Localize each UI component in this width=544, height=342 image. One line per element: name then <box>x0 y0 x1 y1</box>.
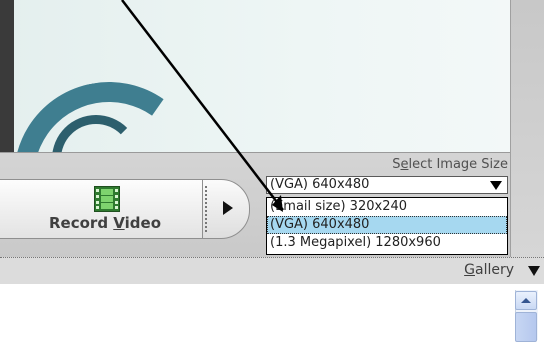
mouse-pointer <box>121 0 284 212</box>
pointer-line <box>121 0 284 211</box>
